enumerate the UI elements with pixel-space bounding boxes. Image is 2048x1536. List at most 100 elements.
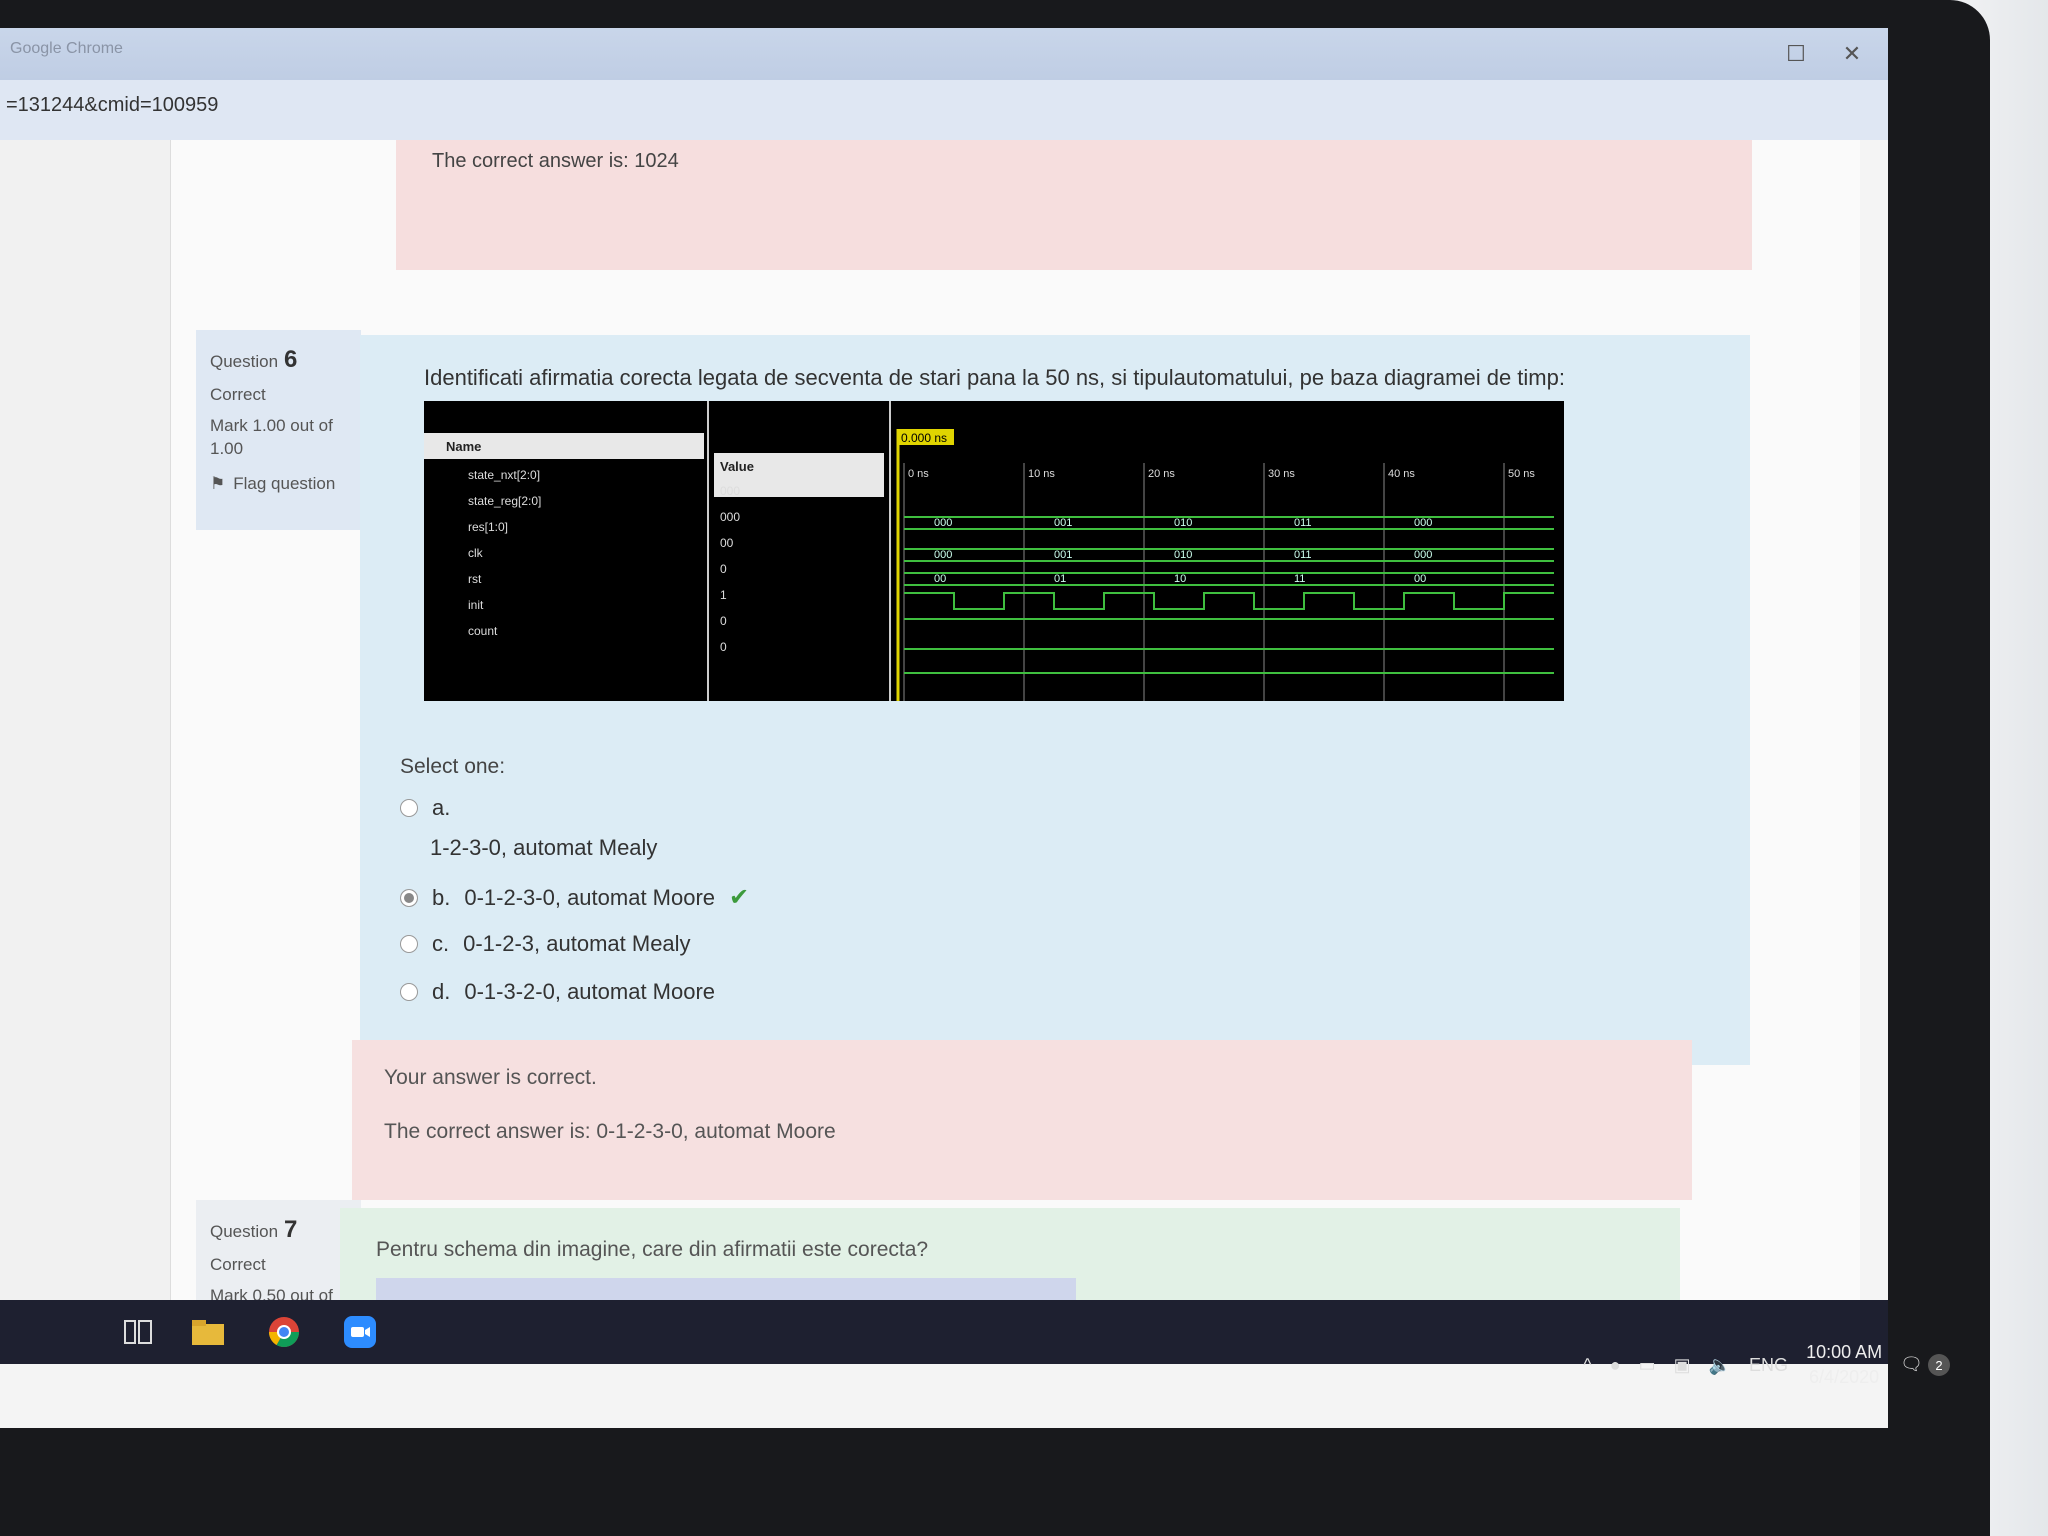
close-button[interactable]: ✕ bbox=[1826, 28, 1878, 80]
clock[interactable]: 10:00 AM 6/4/2020 bbox=[1806, 1340, 1882, 1390]
option-a-letter: a. bbox=[432, 795, 451, 820]
file-explorer-button[interactable] bbox=[180, 1306, 236, 1358]
option-c-radio[interactable] bbox=[400, 935, 418, 953]
signal-value: 1 bbox=[720, 588, 727, 602]
bus-value-label: 001 bbox=[1054, 517, 1072, 529]
time-tick-label: 10 ns bbox=[1028, 468, 1055, 480]
app-title: Google Chrome bbox=[10, 40, 123, 57]
option-d-letter: d. bbox=[432, 979, 451, 1004]
signal-value: 000 bbox=[720, 510, 740, 524]
correct-answer: The correct answer is: 0-1-2-3-0, automa… bbox=[384, 1120, 836, 1143]
bus-value-label: 011 bbox=[1294, 517, 1312, 529]
option-b-radio[interactable] bbox=[400, 888, 418, 907]
signal-name[interactable]: clk bbox=[468, 546, 484, 560]
bus-value-label: 010 bbox=[1174, 517, 1192, 529]
question-7-status: Correct bbox=[210, 1255, 266, 1275]
question-6-info: Question 6 Correct Mark 1.00 out of 1.00 … bbox=[196, 330, 361, 530]
option-c-letter: c. bbox=[432, 931, 450, 956]
time-tick-label: 50 ns bbox=[1508, 468, 1535, 480]
signal-value: 000 bbox=[720, 484, 740, 498]
clock-time: 10:00 AM bbox=[1806, 1342, 1883, 1362]
quiz-review-page: The correct answer is: 1024 Question 6 Co… bbox=[0, 140, 1860, 1338]
value-header: Value bbox=[720, 459, 754, 474]
clock-date: 6/4/2020 bbox=[1809, 1367, 1880, 1388]
maximize-button[interactable]: ☐ bbox=[1770, 28, 1822, 80]
language-indicator[interactable]: ENG bbox=[1749, 1355, 1788, 1376]
signal-value: 0 bbox=[720, 562, 727, 576]
option-a-text: 1-2-3-0, automat Mealy bbox=[430, 835, 658, 860]
laptop-bezel: Google Chrome ☐ ✕ =131244&cmid=100959 Th… bbox=[0, 0, 1990, 1536]
flag-icon: ⚑ bbox=[210, 474, 226, 494]
chrome-button[interactable] bbox=[256, 1306, 312, 1358]
signal-value: 00 bbox=[720, 536, 734, 550]
bus-value-label: 00 bbox=[934, 573, 946, 585]
time-tick-label: 30 ns bbox=[1268, 468, 1295, 480]
battery-icon[interactable]: ▭ bbox=[1639, 1355, 1656, 1376]
bus-value-label: 00 bbox=[1414, 573, 1426, 585]
bus-value-label: 01 bbox=[1054, 573, 1066, 585]
chevron-up-icon[interactable]: ^ bbox=[1583, 1355, 1591, 1376]
option-b-text: 0-1-2-3-0, automat Moore bbox=[464, 884, 716, 910]
browser-titlebar: Google Chrome ☐ ✕ bbox=[0, 28, 1888, 80]
bus-value-label: 000 bbox=[934, 549, 952, 561]
signal-value: 0 bbox=[720, 640, 727, 654]
zoom-button[interactable] bbox=[332, 1306, 388, 1358]
previous-question-feedback: The correct answer is: 1024 bbox=[396, 140, 1752, 270]
time-tick-label: 20 ns bbox=[1148, 468, 1175, 480]
signal-name[interactable]: res[1:0] bbox=[468, 520, 508, 534]
signal-name[interactable]: init bbox=[468, 598, 484, 612]
question-6-status: Correct bbox=[210, 385, 266, 405]
url-text[interactable]: =131244&cmid=100959 bbox=[6, 94, 218, 117]
chrome-icon bbox=[269, 1317, 299, 1348]
timing-diagram: Name Value 0.000 ns state_nxt[2:0]000sta… bbox=[424, 401, 1564, 701]
option-b[interactable]: b. 0-1-2-3-0, automat Moore ✔ bbox=[400, 883, 749, 912]
task-view-icon bbox=[124, 1320, 152, 1344]
option-b-letter: b. bbox=[432, 884, 451, 910]
bus-value-label: 001 bbox=[1054, 549, 1072, 561]
bus-value-label: 000 bbox=[1414, 549, 1432, 561]
bus-value-label: 010 bbox=[1174, 549, 1192, 561]
question-7-number: Question 7 bbox=[210, 1216, 298, 1243]
notification-icon: 🗨 bbox=[1900, 1353, 1923, 1374]
signal-name[interactable]: count bbox=[468, 624, 498, 638]
bus-value-label: 000 bbox=[1414, 517, 1432, 529]
bus-value-label: 011 bbox=[1294, 549, 1312, 561]
answer-feedback: Your answer is correct. bbox=[384, 1066, 597, 1089]
notification-count: 2 bbox=[1928, 1354, 1950, 1377]
question-6-number: Question 6 bbox=[210, 346, 298, 373]
task-view-button[interactable] bbox=[110, 1306, 166, 1358]
network-icon[interactable]: ▣ bbox=[1674, 1355, 1691, 1376]
signal-name[interactable]: rst bbox=[468, 572, 482, 586]
microphone-icon[interactable]: ● bbox=[1610, 1355, 1621, 1376]
system-tray: ^ ● ▭ ▣ 🔈 ENG 10:00 AM 6/4/2020 🗨 2 bbox=[1583, 1340, 1950, 1390]
folder-icon bbox=[192, 1320, 224, 1345]
bus-value-label: 11 bbox=[1294, 573, 1305, 585]
time-tick-label: 40 ns bbox=[1388, 468, 1415, 480]
checkmark-icon: ✔ bbox=[729, 884, 750, 911]
question-7-text: Pentru schema din imagine, care din afir… bbox=[376, 1238, 929, 1261]
option-d[interactable]: d. 0-1-3-2-0, automat Moore bbox=[400, 979, 715, 1005]
option-c[interactable]: c. 0-1-2-3, automat Mealy bbox=[400, 931, 691, 957]
select-one-label: Select one: bbox=[400, 755, 506, 778]
flag-label: Flag question bbox=[233, 474, 336, 494]
question-6-mark: Mark 1.00 out of 1.00 bbox=[210, 416, 333, 459]
previous-correct-answer: The correct answer is: 1024 bbox=[432, 150, 679, 172]
signal-name[interactable]: state_nxt[2:0] bbox=[468, 468, 540, 482]
bus-value-label: 10 bbox=[1174, 573, 1186, 585]
option-d-radio[interactable] bbox=[400, 983, 418, 1001]
notification-center-button[interactable]: 🗨 2 bbox=[1900, 1354, 1950, 1377]
question-6-content: Identificati afirmatia corecta legata de… bbox=[360, 335, 1750, 1065]
option-d-text: 0-1-3-2-0, automat Moore bbox=[464, 979, 716, 1004]
address-bar[interactable]: =131244&cmid=100959 bbox=[0, 80, 1888, 140]
option-c-text: 0-1-2-3, automat Mealy bbox=[463, 931, 691, 956]
option-a-radio[interactable] bbox=[400, 799, 418, 817]
question-6-text: Identificati afirmatia corecta legata de… bbox=[424, 365, 1565, 390]
signal-name[interactable]: state_reg[2:0] bbox=[468, 494, 541, 508]
left-column bbox=[0, 140, 171, 1300]
question-6-feedback: Your answer is correct. The correct answ… bbox=[352, 1040, 1692, 1200]
zoom-icon bbox=[344, 1316, 376, 1348]
flag-question-button[interactable]: ⚑ Flag question bbox=[210, 473, 347, 496]
option-a[interactable]: a. bbox=[400, 795, 450, 821]
volume-icon[interactable]: 🔈 bbox=[1709, 1355, 1731, 1376]
name-header: Name bbox=[446, 439, 481, 454]
